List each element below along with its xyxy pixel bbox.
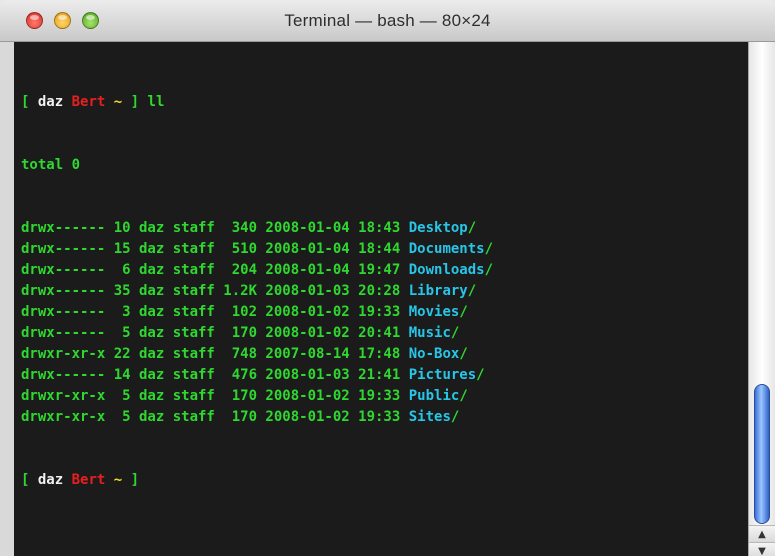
title-bar[interactable]: Terminal — bash — 80×24 — [0, 0, 775, 42]
entry-slash: / — [467, 220, 477, 236]
entry-slash: / — [467, 283, 477, 299]
entry-meta: drwx------ 5 daz staff 170 2008-01-02 20… — [21, 325, 409, 341]
listing-row: drwx------ 35 daz staff 1.2K 2008-01-03 … — [21, 281, 493, 302]
entry-meta: drwx------ 14 daz staff 476 2008-01-03 2… — [21, 367, 409, 383]
entry-slash: / — [459, 388, 468, 404]
terminal-content[interactable]: [ daz Bert ~ ] ll total 0 drwx------ 10 … — [14, 42, 748, 556]
entry-meta: drwx------ 35 daz staff 1.2K 2008-01-03 … — [21, 283, 409, 299]
listing-row: drwx------ 10 daz staff 340 2008-01-04 1… — [21, 218, 493, 239]
terminal-screen: [ daz Bert ~ ] ll total 0 drwx------ 10 … — [21, 50, 493, 533]
entry-name: Music — [408, 325, 451, 341]
prompt-line: [ daz Bert ~ ] ll — [21, 92, 493, 113]
entry-name: Movies — [408, 304, 460, 320]
listing-row: drwx------ 3 daz staff 102 2008-01-02 19… — [21, 302, 493, 323]
entry-name: Library — [408, 283, 468, 299]
prompt-host: Bert — [71, 94, 106, 110]
entry-name: Desktop — [408, 220, 468, 236]
listing-row: drwx------ 5 daz staff 170 2008-01-02 20… — [21, 323, 493, 344]
listing-row: drwxr-xr-x 5 daz staff 170 2008-01-02 19… — [21, 407, 493, 428]
scroll-down-arrow-icon[interactable]: ▼ — [749, 542, 775, 556]
prompt-open-bracket: [ — [21, 472, 30, 488]
entry-meta: drwxr-xr-x 5 daz staff 170 2008-01-02 19… — [21, 388, 409, 404]
prompt-close-bracket: ] — [130, 94, 140, 110]
entry-meta: drwx------ 3 daz staff 102 2008-01-02 19… — [21, 304, 409, 320]
entry-name: Public — [408, 388, 460, 404]
total-line: total 0 — [21, 157, 81, 173]
listing-row: drwxr-xr-x 5 daz staff 170 2008-01-02 19… — [21, 386, 493, 407]
entry-slash: / — [450, 409, 460, 425]
entry-slash: / — [459, 304, 468, 320]
entry-slash: / — [484, 262, 494, 278]
prompt-close-bracket: ] — [130, 472, 140, 488]
entry-slash: / — [450, 325, 460, 341]
entry-meta: drwx------ 10 daz staff 340 2008-01-04 1… — [21, 220, 409, 236]
entry-name: No-Box — [408, 346, 460, 362]
entry-meta: drwxr-xr-x 5 daz staff 170 2008-01-02 19… — [21, 409, 409, 425]
listing-row: drwx------ 14 daz staff 476 2008-01-03 2… — [21, 365, 493, 386]
scrollbar-thumb[interactable] — [754, 384, 770, 524]
entry-name: Downloads — [408, 262, 485, 278]
prompt-line-current: [ daz Bert ~ ] — [21, 470, 493, 491]
entry-slash: / — [484, 241, 494, 257]
terminal-window: Terminal — bash — 80×24 [ daz Bert ~ ] l… — [0, 0, 775, 556]
entry-meta: drwx------ 15 daz staff 510 2008-01-04 1… — [21, 241, 409, 257]
listing-row: drwx------ 15 daz staff 510 2008-01-04 1… — [21, 239, 493, 260]
prompt-open-bracket: [ — [21, 94, 30, 110]
entry-meta: drwxr-xr-x 22 daz staff 748 2007-08-14 1… — [21, 346, 409, 362]
scroll-up-arrow-icon[interactable]: ▲ — [749, 525, 775, 543]
entry-name: Documents — [408, 241, 485, 257]
entry-name: Pictures — [408, 367, 477, 383]
entry-slash: / — [476, 367, 485, 383]
entry-name: Sites — [408, 409, 451, 425]
vertical-scrollbar[interactable]: ▲ ▼ — [748, 42, 775, 556]
prompt-user: daz — [37, 472, 64, 488]
prompt-path: ~ — [113, 94, 123, 110]
command-text: ll — [147, 94, 165, 110]
window-title: Terminal — bash — 80×24 — [284, 11, 491, 30]
listing-row: drwxr-xr-x 22 daz staff 748 2007-08-14 1… — [21, 344, 493, 365]
listing-entries: drwx------ 10 daz staff 340 2008-01-04 1… — [21, 218, 493, 428]
entry-meta: drwx------ 6 daz staff 204 2008-01-04 19… — [21, 262, 409, 278]
listing-row: drwx------ 6 daz staff 204 2008-01-04 19… — [21, 260, 493, 281]
prompt-user: daz — [37, 94, 64, 110]
entry-slash: / — [459, 346, 468, 362]
prompt-path: ~ — [113, 472, 123, 488]
prompt-host: Bert — [71, 472, 106, 488]
